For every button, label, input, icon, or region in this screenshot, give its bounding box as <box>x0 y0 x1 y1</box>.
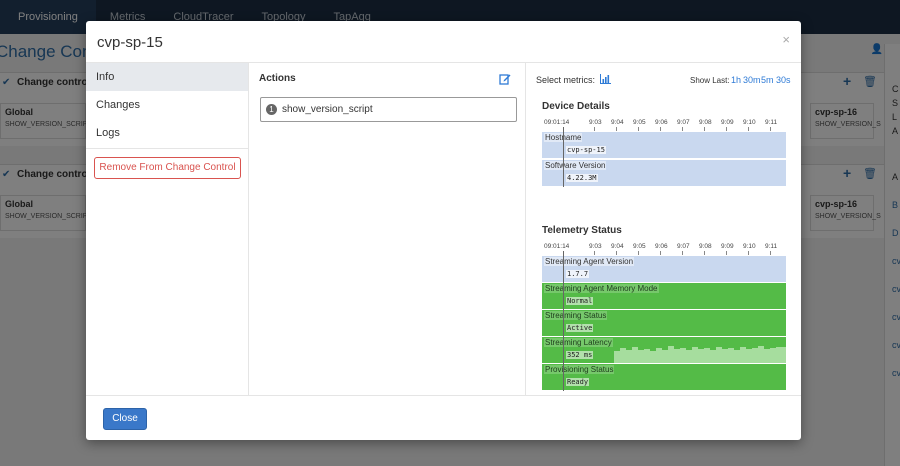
telemetry-status-panel: Telemetry Status 09:01:14 9:03 9:04 9:05… <box>535 221 787 393</box>
metric-value: Active <box>566 324 594 332</box>
time-tick: 9:10 <box>743 119 756 126</box>
time-tick: 9:06 <box>655 119 668 126</box>
device-modal: cvp-sp-15 × Info Changes Logs Remove Fro… <box>86 21 801 440</box>
sidebar-item-logs[interactable]: Logs <box>86 119 248 147</box>
metric-label: Streaming Agent Memory Mode <box>544 284 659 293</box>
close-button[interactable]: Close <box>103 408 147 430</box>
metric-row-software-version: Software Version 4.22.3M <box>542 160 786 186</box>
metric-row-memory-mode: Streaming Agent Memory Mode Normal <box>542 283 786 309</box>
sidebar-item-changes[interactable]: Changes <box>86 91 248 119</box>
time-tick: 9:03 <box>589 119 602 126</box>
metric-label: Streaming Agent Version <box>544 257 635 266</box>
time-tick: 09:01:14 <box>544 243 570 250</box>
actions-title: Actions <box>259 73 296 84</box>
metric-value: Normal <box>566 297 594 305</box>
show-last-label: Show Last: <box>690 76 730 85</box>
time-tick: 9:03 <box>589 243 602 250</box>
metric-value: Ready <box>566 378 590 386</box>
metric-label: Provisioning Status <box>544 365 615 374</box>
time-cursor <box>563 251 564 391</box>
modal-footer: Close <box>86 395 801 440</box>
sidebar-divider <box>86 148 248 149</box>
action-item[interactable]: 1 show_version_script <box>260 97 517 122</box>
action-name: show_version_script <box>282 104 373 115</box>
time-tick: 9:09 <box>721 119 734 126</box>
time-tick: 9:11 <box>765 243 778 250</box>
range-5m[interactable]: 5m <box>761 75 774 85</box>
time-tick: 9:05 <box>633 243 646 250</box>
metric-row-streaming-status: Streaming Status Active <box>542 310 786 336</box>
metric-row-streaming-agent-version: Streaming Agent Version 1.7.7 <box>542 256 786 282</box>
remove-from-change-control-button[interactable]: Remove From Change Control <box>94 157 241 179</box>
metric-label: Software Version <box>544 161 607 170</box>
modal-header: cvp-sp-15 × <box>86 21 801 63</box>
metrics-panel: Select metrics: Show Last: 1h 30m 5m 30s… <box>526 63 801 395</box>
time-tick: 09:01:14 <box>544 119 570 126</box>
time-tick: 9:04 <box>611 119 624 126</box>
metric-value: cvp-sp-15 <box>566 146 606 154</box>
metric-row-hostname: Hostname cvp-sp-15 <box>542 132 786 158</box>
sidebar-item-info[interactable]: Info <box>86 63 248 91</box>
edit-icon[interactable] <box>499 73 511 85</box>
range-30m[interactable]: 30m <box>743 75 761 85</box>
time-tick: 9:08 <box>699 119 712 126</box>
range-1h[interactable]: 1h <box>731 75 741 85</box>
time-tick: 9:04 <box>611 243 624 250</box>
device-details-title: Device Details <box>542 101 610 112</box>
time-tick: 9:09 <box>721 243 734 250</box>
device-details-panel: Device Details 09:01:14 9:03 9:04 9:05 9… <box>535 97 787 210</box>
metric-value: 352 ms <box>566 351 594 359</box>
close-icon[interactable]: × <box>782 32 790 47</box>
time-tick: 9:07 <box>677 119 690 126</box>
metric-label: Streaming Status <box>544 311 608 320</box>
metric-value: 4.22.3M <box>566 174 598 182</box>
range-30s[interactable]: 30s <box>776 75 791 85</box>
time-tick: 9:11 <box>765 119 778 126</box>
telemetry-status-title: Telemetry Status <box>542 225 622 236</box>
metric-value: 1.7.7 <box>566 270 590 278</box>
actions-panel: Actions 1 show_version_script <box>249 63 526 395</box>
metric-label: Streaming Latency <box>544 338 613 347</box>
select-metrics-label: Select metrics: <box>536 75 596 85</box>
time-cursor <box>563 127 564 187</box>
action-index-badge: 1 <box>266 104 277 115</box>
time-tick: 9:10 <box>743 243 756 250</box>
modal-title: cvp-sp-15 <box>97 34 163 51</box>
time-tick: 9:05 <box>633 119 646 126</box>
modal-sidebar: Info Changes Logs Remove From Change Con… <box>86 63 249 395</box>
time-tick: 9:08 <box>699 243 712 250</box>
bar-chart-icon[interactable] <box>600 74 611 84</box>
time-tick: 9:07 <box>677 243 690 250</box>
metric-row-streaming-latency: Streaming Latency 352 ms <box>542 337 786 363</box>
metric-row-provisioning-status: Provisioning Status Ready <box>542 364 786 390</box>
time-tick: 9:06 <box>655 243 668 250</box>
